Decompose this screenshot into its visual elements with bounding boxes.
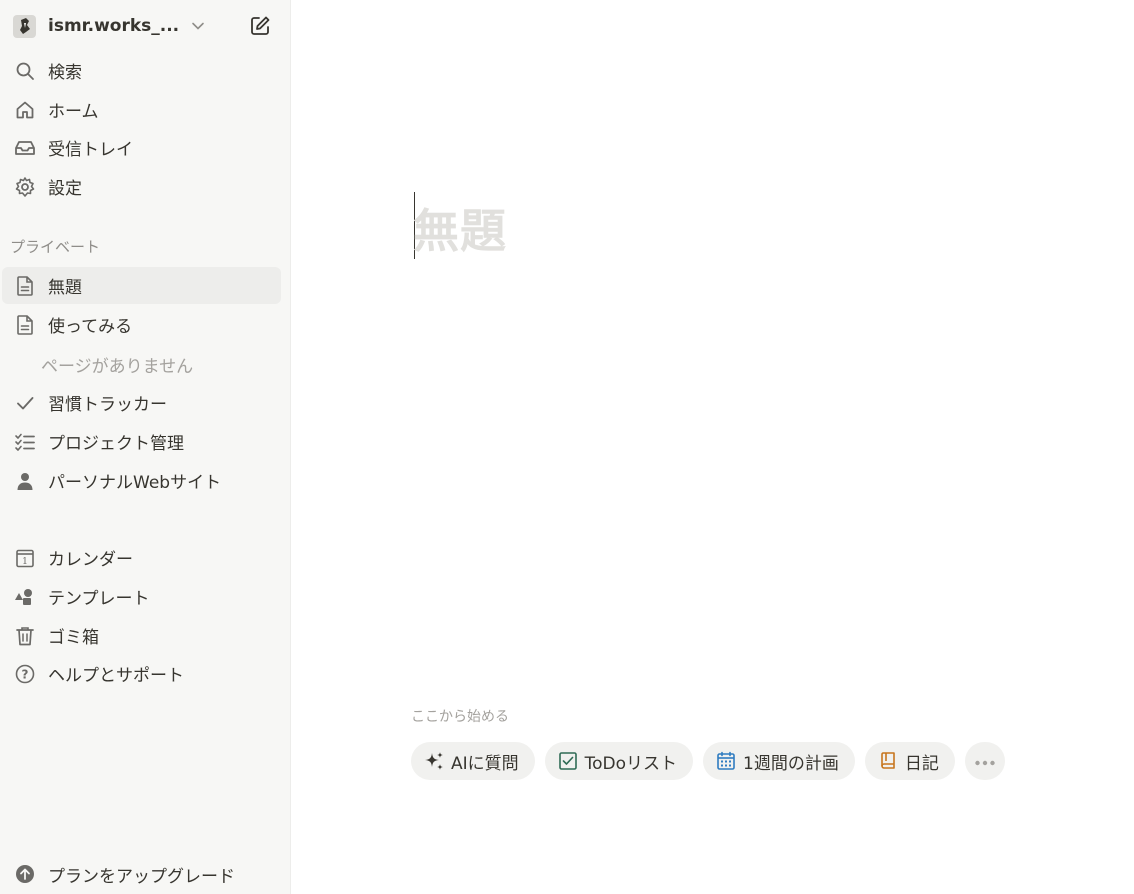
todo-list-label: ToDoリスト — [584, 753, 678, 774]
ask-ai-button[interactable]: AIに質問 — [411, 742, 535, 780]
more-horizontal-icon — [974, 752, 996, 771]
checkbox-icon — [557, 750, 579, 772]
page-item-label: パーソナルWebサイト — [48, 473, 222, 493]
sidebar: ismr.works_... 検索 ホーム 受信トレイ 設定 プライベート 無題… — [0, 0, 291, 894]
gear-icon — [14, 176, 36, 198]
page-item-getting-started[interactable]: 使ってみる — [2, 306, 281, 343]
nav-item-label: テンプレート — [48, 589, 150, 609]
page-item-untitled[interactable]: 無題 — [2, 267, 281, 304]
nav-item-label: 設定 — [48, 179, 82, 199]
book-icon — [877, 750, 899, 772]
nav-item-search[interactable]: 検索 — [2, 52, 281, 89]
start-here-label: ここから始める — [411, 709, 509, 725]
upgrade-label: プランをアップグレード — [48, 866, 235, 887]
page-title-input[interactable]: 無題 — [413, 195, 507, 261]
nav-item-label: ゴミ箱 — [48, 628, 99, 648]
page-icon — [14, 275, 36, 297]
page-item-project-management[interactable]: プロジェクト管理 — [2, 423, 281, 460]
nav-item-label: 受信トレイ — [48, 140, 133, 160]
nav-item-inbox[interactable]: 受信トレイ — [2, 129, 281, 166]
page-item-personal-website[interactable]: パーソナルWebサイト — [2, 462, 281, 499]
ask-ai-label: AIに質問 — [451, 753, 519, 774]
page-item-label: 習慣トラッカー — [48, 395, 167, 415]
empty-pages-note: ページがありません — [41, 357, 194, 377]
page-item-label: プロジェクト管理 — [48, 434, 184, 454]
journal-button[interactable]: 日記 — [864, 742, 955, 780]
page-item-label: 無題 — [48, 278, 82, 298]
calendar-icon: 1 — [14, 547, 36, 569]
calendar-icon — [715, 750, 737, 772]
nav-item-trash[interactable]: ゴミ箱 — [2, 617, 281, 654]
nav-item-calendar[interactable]: 1 カレンダー — [2, 539, 281, 576]
weekly-plan-label: 1週間の計画 — [743, 753, 839, 774]
more-options-button[interactable] — [964, 742, 1005, 780]
svg-text:?: ? — [22, 667, 29, 681]
editor-area: 無題 ここから始める AIに質問 ToDoリスト 1週間の計画 日記 — [292, 0, 1134, 894]
page-item-label: 使ってみる — [48, 317, 133, 337]
sparkle-icon — [423, 750, 445, 772]
nav-item-settings[interactable]: 設定 — [2, 168, 281, 205]
workspace-name: ismr.works_... — [48, 16, 180, 36]
nav-item-templates[interactable]: テンプレート — [2, 578, 281, 615]
page-item-habit-tracker[interactable]: 習慣トラッカー — [2, 384, 281, 421]
home-icon — [14, 99, 36, 121]
nav-item-label: 検索 — [48, 63, 82, 83]
nav-item-label: カレンダー — [48, 550, 133, 570]
upgrade-plan-button[interactable]: プランをアップグレード — [2, 856, 281, 892]
nav-item-label: ヘルプとサポート — [48, 666, 184, 686]
workspace-avatar — [13, 14, 36, 38]
search-icon — [14, 60, 36, 82]
todo-list-button[interactable]: ToDoリスト — [544, 742, 694, 780]
journal-label: 日記 — [904, 753, 939, 774]
page-icon — [14, 314, 36, 336]
checklist-icon — [14, 431, 36, 453]
quick-start-chips: AIに質問 ToDoリスト 1週間の計画 日記 — [411, 742, 1005, 780]
trash-icon — [14, 625, 36, 647]
nav-item-label: ホーム — [48, 102, 99, 122]
checkmark-icon — [14, 392, 36, 414]
nav-item-help[interactable]: ? ヘルプとサポート — [2, 655, 281, 692]
inbox-icon — [14, 137, 36, 159]
section-label-private[interactable]: プライベート — [10, 236, 100, 257]
new-page-icon[interactable] — [249, 15, 271, 37]
workspace-switcher[interactable]: ismr.works_... — [4, 6, 286, 46]
help-icon: ? — [14, 663, 36, 685]
svg-text:1: 1 — [22, 557, 28, 567]
person-icon — [14, 470, 36, 492]
weekly-plan-button[interactable]: 1週間の計画 — [703, 742, 855, 780]
arrow-up-circle-icon — [14, 863, 36, 885]
chevron-down-icon[interactable] — [191, 21, 205, 31]
nav-item-home[interactable]: ホーム — [2, 91, 281, 128]
shapes-icon — [14, 586, 36, 608]
